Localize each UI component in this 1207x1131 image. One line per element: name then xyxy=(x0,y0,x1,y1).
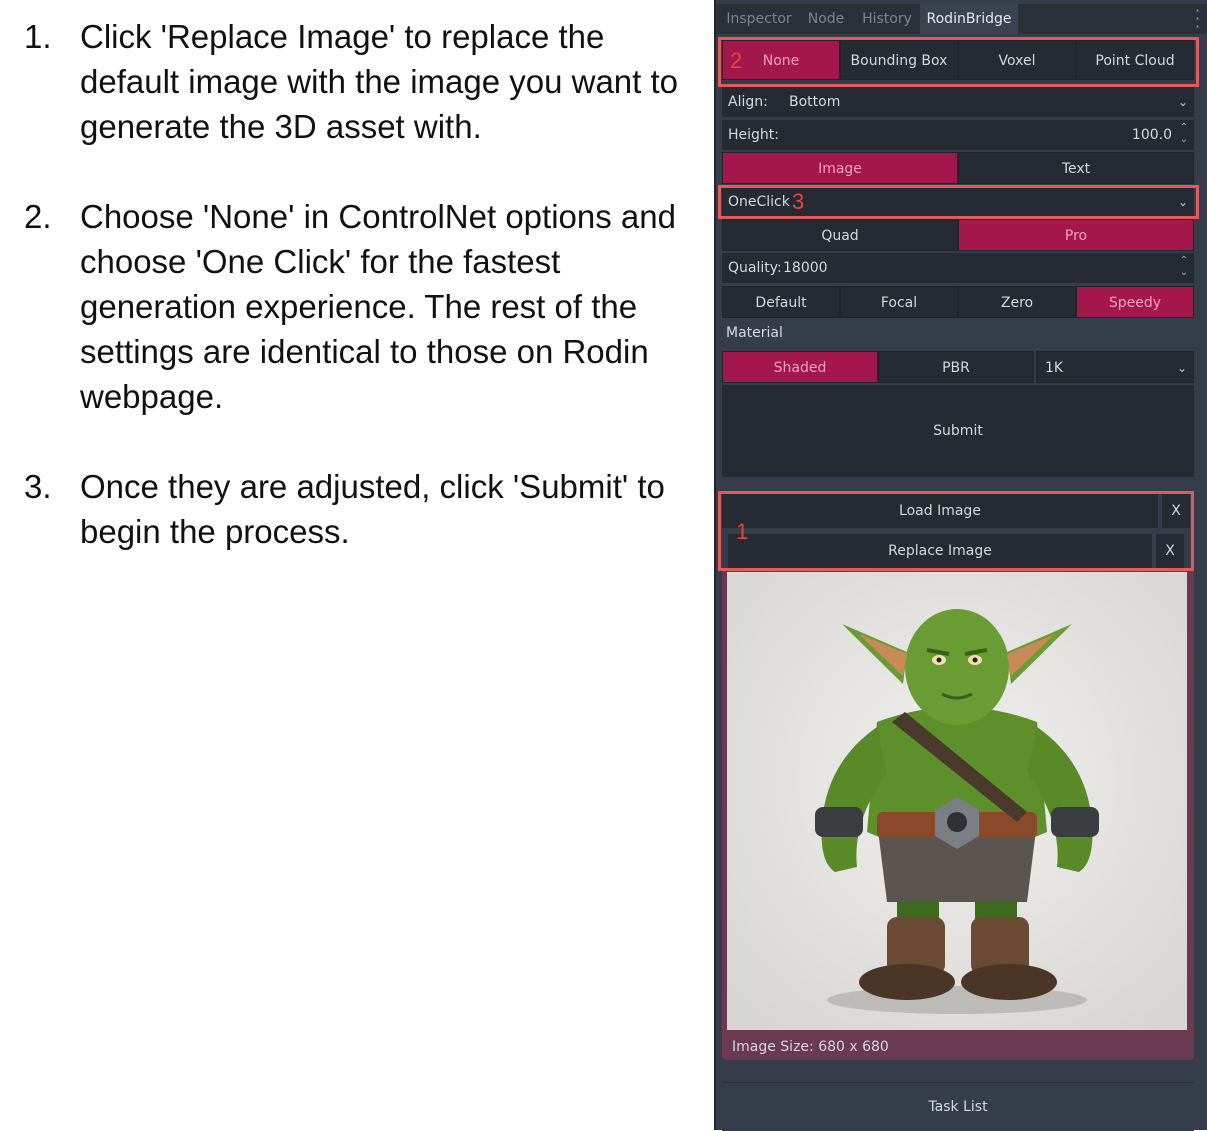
load-image-close-button[interactable]: X xyxy=(1162,494,1190,528)
height-label: Height: xyxy=(728,127,779,143)
image-preview-frame xyxy=(722,568,1194,1060)
tab-history[interactable]: History xyxy=(856,4,918,34)
height-value: 100.0 xyxy=(1131,127,1172,143)
tab-inspector[interactable]: Inspector xyxy=(720,4,798,34)
controlnet-point-cloud-button[interactable]: Point Cloud xyxy=(1076,40,1194,80)
preview-image xyxy=(727,572,1187,1030)
quality-label: Quality: xyxy=(728,260,782,276)
material-pbr-button[interactable]: PBR xyxy=(878,351,1034,383)
chevron-down-icon: ⌄ xyxy=(1177,95,1188,109)
step-number: 2. xyxy=(24,198,52,235)
align-label: Align: xyxy=(728,94,768,110)
step-number: 3. xyxy=(24,468,52,505)
step-text: Once they are adjusted, click 'Submit' t… xyxy=(80,468,665,550)
spinner-arrows-icon[interactable]: ⌃ ⌄ xyxy=(1179,122,1189,146)
resolution-select[interactable]: 1K ⌄ xyxy=(1036,351,1194,383)
annotation-marker-1: 1 xyxy=(736,519,749,544)
align-value: Bottom xyxy=(789,94,841,110)
replace-image-close-button[interactable]: X xyxy=(1156,534,1184,568)
controlnet-voxel-button[interactable]: Voxel xyxy=(958,40,1076,80)
spinner-arrows-icon[interactable]: ⌃ ⌄ xyxy=(1179,255,1189,279)
material-shaded-button[interactable]: Shaded xyxy=(722,351,878,383)
panel-body: None Bounding Box Voxel Point Cloud Alig… xyxy=(716,34,1207,1131)
mesh-pro-button[interactable]: Pro xyxy=(958,219,1194,251)
tab-rodinbridge[interactable]: RodinBridge xyxy=(920,4,1018,34)
step-text: Choose 'None' in ControlNet options and … xyxy=(80,198,676,415)
tab-node[interactable]: Node xyxy=(802,4,850,34)
quality-spinbox[interactable]: Quality: 18000 ⌃ ⌄ xyxy=(722,253,1194,283)
mode-image-button[interactable]: Image xyxy=(722,152,958,184)
mode-text-button[interactable]: Text xyxy=(958,152,1194,184)
rodin-bridge-panel: Inspector Node History RodinBridge · · · N… xyxy=(714,0,1207,1131)
submit-button[interactable]: Submit xyxy=(722,385,1194,477)
goblin-illustration xyxy=(727,572,1187,1030)
annotation-marker-3: 3 xyxy=(792,189,805,214)
generation-mode-value: OneClick xyxy=(728,194,790,210)
speed-default-button[interactable]: Default xyxy=(722,286,840,318)
chevron-down-icon: ⌄ xyxy=(1176,361,1187,375)
quality-value: 18000 xyxy=(783,260,828,276)
resolution-value: 1K xyxy=(1045,360,1064,376)
chevron-down-icon: ⌄ xyxy=(1177,195,1188,209)
load-image-button[interactable]: Load Image xyxy=(722,494,1158,528)
task-list-button[interactable]: Task List xyxy=(722,1082,1194,1131)
step-text: Click 'Replace Image' to replace the def… xyxy=(80,18,679,145)
controlnet-bounding-box-button[interactable]: Bounding Box xyxy=(840,40,958,80)
speed-zero-button[interactable]: Zero xyxy=(958,286,1076,318)
kebab-menu-icon[interactable]: · · · xyxy=(1195,3,1201,35)
annotation-marker-2: 2 xyxy=(730,48,743,73)
image-size-text: Image Size: 680 x 680 xyxy=(732,1039,889,1055)
speed-speedy-button[interactable]: Speedy xyxy=(1076,286,1194,318)
material-label: Material xyxy=(726,325,783,341)
step-number: 1. xyxy=(24,18,52,55)
height-spinbox[interactable]: Height: 100.0 ⌃ ⌄ xyxy=(722,120,1194,150)
speed-focal-button[interactable]: Focal xyxy=(840,286,958,318)
mesh-quad-button[interactable]: Quad xyxy=(722,219,958,251)
align-select[interactable]: Align: Bottom ⌄ xyxy=(722,87,1194,117)
replace-image-button[interactable]: Replace Image xyxy=(728,534,1152,568)
dock-tabs: Inspector Node History RodinBridge · · · xyxy=(716,3,1207,35)
